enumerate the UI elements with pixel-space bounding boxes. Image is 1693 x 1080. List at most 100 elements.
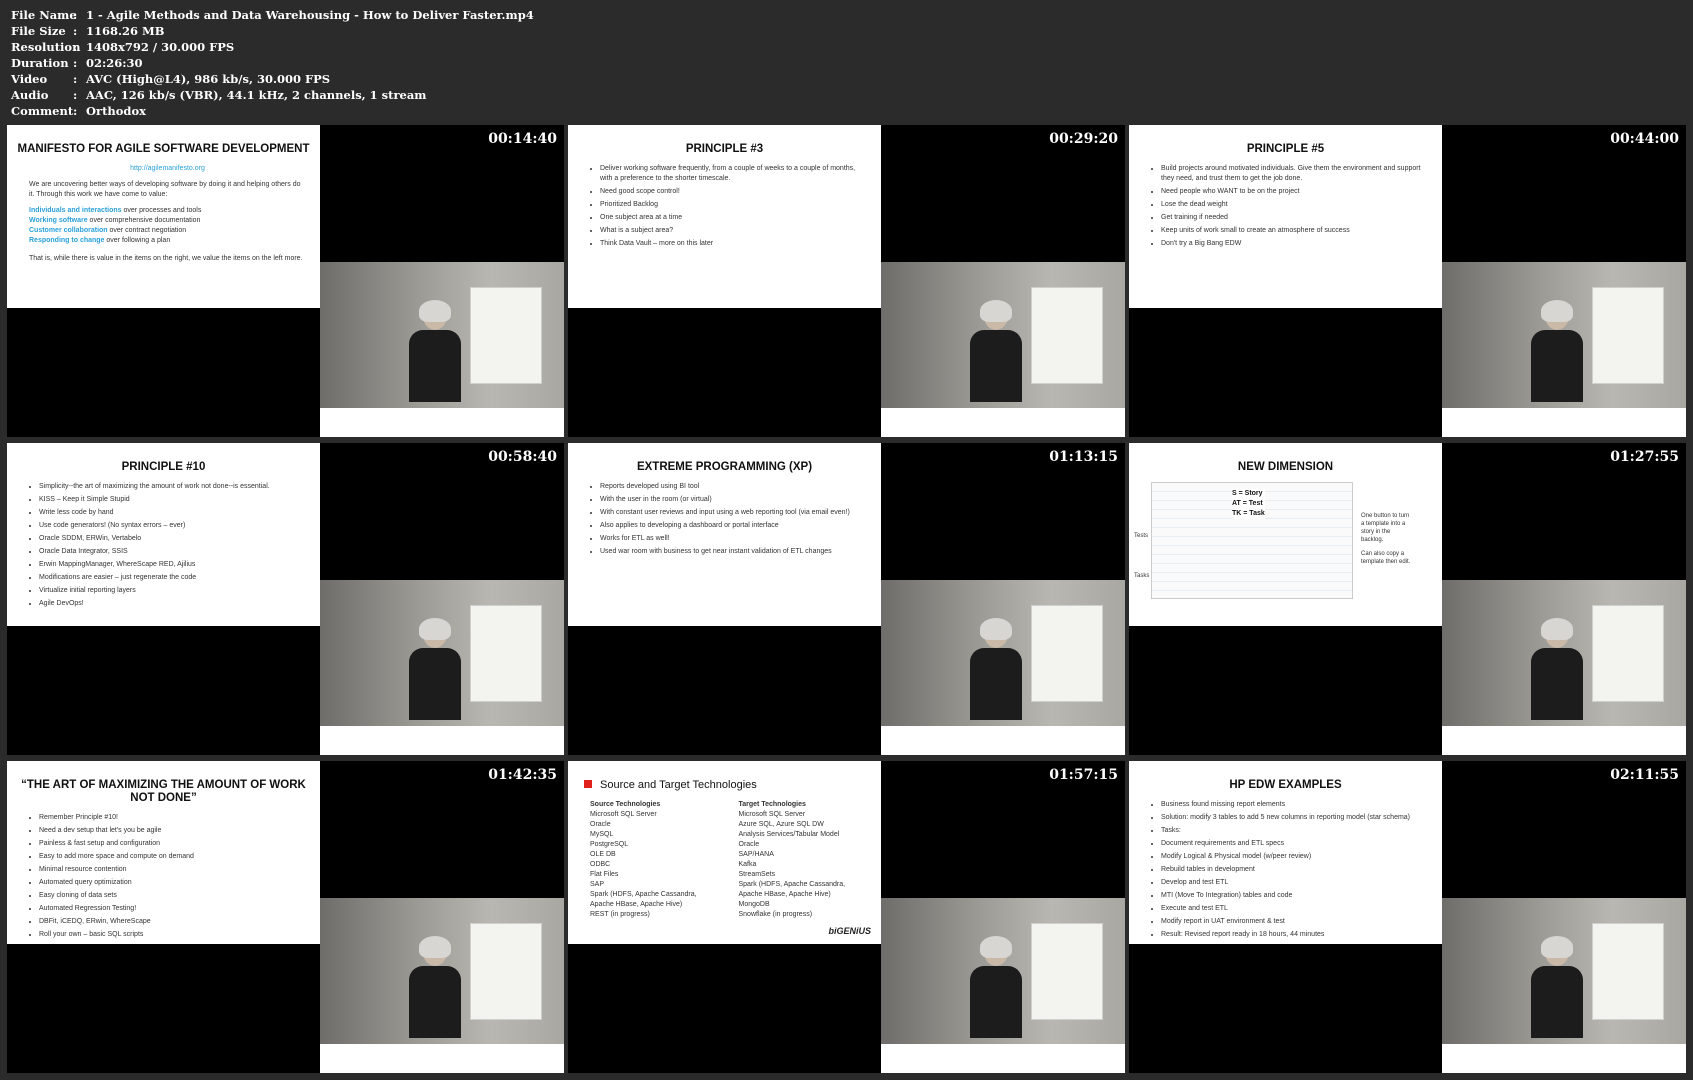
video-thumbnail[interactable]: Source and Target Technologies Source Tec… xyxy=(568,761,1125,1073)
slide-text: PostgreSQL xyxy=(590,841,629,848)
presentation-slide: MANIFESTO FOR AGILE SOFTWARE DEVELOPMENT… xyxy=(7,125,320,308)
metadata-value: Orthodox xyxy=(86,104,146,118)
video-thumbnail[interactable]: PRINCIPLE #3 Deliver working software fre… xyxy=(568,125,1125,437)
video-thumbnail[interactable]: MANIFESTO FOR AGILE SOFTWARE DEVELOPMENT… xyxy=(7,125,564,437)
slide-text: Modify report in UAT environment & test xyxy=(1161,917,1428,927)
manifesto-value: Responding to change over following a pl… xyxy=(29,237,171,244)
slide-text: Solution: modify 3 tables to add 5 new c… xyxy=(1161,813,1428,823)
manifesto-value: Individuals and interactions over proces… xyxy=(29,207,202,214)
slide-text: Flat Files xyxy=(590,871,619,878)
manifesto-value: Customer collaboration over contract neg… xyxy=(29,227,187,234)
metadata-value: 1408x792 / 30.000 FPS xyxy=(86,40,235,54)
presentation-slide: PRINCIPLE #5 Build projects around motiva… xyxy=(1129,125,1442,308)
presentation-slide: “THE ART OF MAXIMIZING THE AMOUNT OF WOR… xyxy=(7,761,320,944)
slide-text: Build projects around motivated individu… xyxy=(1161,164,1428,184)
data-modeling-zone-logo xyxy=(881,726,1125,755)
slide-text: Get training if needed xyxy=(1161,213,1428,223)
slide-text: Keep units of work small to create an at… xyxy=(1161,226,1428,236)
red-square-icon xyxy=(584,780,592,788)
slide-text: That is, while there is value in the ite… xyxy=(29,255,303,262)
slide-text: Source Technologies xyxy=(590,801,661,808)
slide-title: EXTREME PROGRAMMING (XP) xyxy=(636,461,813,473)
video-thumbnail[interactable]: EXTREME PROGRAMMING (XP) Reports develope… xyxy=(568,443,1125,755)
metadata-key: File Name xyxy=(11,8,77,22)
data-modeling-zone-logo xyxy=(1442,1044,1686,1073)
slide-text: ODBC xyxy=(590,861,611,868)
metadata-row: Duration:02:26:30 xyxy=(11,55,534,71)
speaker xyxy=(405,300,465,402)
manifesto-value: Working software over comprehensive docu… xyxy=(29,217,201,224)
slide-text: TK = Task xyxy=(1232,510,1265,517)
bullet-list: Deliver working software frequently, fro… xyxy=(590,164,867,249)
slide-text: Remember Principle #10! xyxy=(39,813,306,823)
data-modeling-zone-logo xyxy=(881,408,1125,437)
slide-text: With the user in the room (or virtual) xyxy=(600,495,867,505)
file-metadata: File Name:1 - Agile Methods and Data War… xyxy=(11,7,534,119)
metadata-row: File Name:1 - Agile Methods and Data War… xyxy=(11,7,534,23)
video-thumbnail[interactable]: HP EDW EXAMPLES Business found missing re… xyxy=(1129,761,1686,1073)
metadata-key: Video xyxy=(11,72,48,86)
speaker xyxy=(1527,300,1587,402)
metadata-value: AAC, 126 kb/s (VBR), 44.1 kHz, 2 channel… xyxy=(86,88,427,102)
slide-text: Develop and test ETL xyxy=(1161,878,1428,888)
slide-text: Deliver working software frequently, fro… xyxy=(600,164,867,184)
metadata-key: Comment xyxy=(11,104,74,118)
slide-text: Need good scope control! xyxy=(600,187,867,197)
slide-text: MTI (Move To Integration) tables and cod… xyxy=(1161,891,1428,901)
metadata-separator: : xyxy=(73,40,78,54)
speaker xyxy=(966,618,1026,720)
timestamp: 00:44:00 xyxy=(1610,131,1679,147)
slide-body: Business found missing report elements So… xyxy=(1129,792,1442,944)
slide-text: Roll your own – basic SQL scripts xyxy=(39,930,306,940)
slide-title: PRINCIPLE #5 xyxy=(1246,143,1325,155)
slide-text: Result: Revised report ready in 18 hours… xyxy=(1161,930,1428,940)
slide-text: Analysis Services/Tabular Model xyxy=(738,831,840,838)
slide-text: Azure SQL, Azure SQL DW xyxy=(738,821,824,828)
slide-text: Less than 1 business day xyxy=(1161,943,1428,944)
slide-text: MySQL xyxy=(590,831,614,838)
bigenius-logo: biGENiUS xyxy=(828,926,871,936)
timestamp: 01:13:15 xyxy=(1049,449,1118,465)
slide-text: OLE DB xyxy=(590,851,616,858)
data-modeling-zone-logo xyxy=(320,726,564,755)
slide-title: NEW DIMENSION xyxy=(1237,461,1334,473)
slide-text: KISS – Keep it Simple Stupid xyxy=(39,495,306,505)
flipchart xyxy=(1592,287,1664,384)
video-thumbnail[interactable]: PRINCIPLE #10 Simplicity--the art of maxi… xyxy=(7,443,564,755)
slide-body: http://agilemanifesto.org We are uncoveri… xyxy=(7,156,320,264)
slide-text: Execute and test ETL xyxy=(1161,904,1428,914)
slide-text: Easy cloning of data sets xyxy=(39,891,306,901)
slide-text: StreamSets xyxy=(738,871,776,878)
video-thumbnail[interactable]: PRINCIPLE #5 Build projects around motiva… xyxy=(1129,125,1686,437)
flipchart xyxy=(1031,287,1103,384)
slide-text: Also applies to developing a dashboard o… xyxy=(600,521,867,531)
slide-text: Oracle Data Integrator, SSIS xyxy=(39,547,306,557)
speaker xyxy=(1527,618,1587,720)
slide-title: “THE ART OF MAXIMIZING THE AMOUNT OF WOR… xyxy=(21,779,306,804)
slide-text: Tasks: xyxy=(1161,826,1428,836)
slide-text: Need a dev setup that let's you be agile xyxy=(39,826,306,836)
timestamp: 01:27:55 xyxy=(1610,449,1679,465)
bullet-list: Build projects around motivated individu… xyxy=(1151,164,1428,249)
slide-text: Use code generators! (No syntax errors –… xyxy=(39,521,306,531)
data-modeling-zone-logo xyxy=(320,1044,564,1073)
flipchart xyxy=(1592,605,1664,702)
data-modeling-zone-logo xyxy=(1442,408,1686,437)
slide-text: MongoDB xyxy=(738,901,770,908)
bullet-list: Reports developed using BI tool With the … xyxy=(590,482,867,557)
slide-text: Automated Regression Testing! xyxy=(39,904,306,914)
bullet-list: Business found missing report elements So… xyxy=(1151,800,1428,944)
metadata-value: 1168.26 MB xyxy=(86,24,165,38)
slide-text: Easy to add more space and compute on de… xyxy=(39,852,306,862)
metadata-separator: : xyxy=(73,8,78,22)
slide-text: Document requirements and ETL specs xyxy=(1161,839,1428,849)
timestamp: 01:57:15 xyxy=(1049,767,1118,783)
video-thumbnail[interactable]: NEW DIMENSION S = Story AT = Test TK = Task… xyxy=(1129,443,1686,755)
speaker xyxy=(405,936,465,1038)
slide-text: SAP/HANA xyxy=(738,851,774,858)
slide-text: Works for ETL as well! xyxy=(600,534,867,544)
video-thumbnail[interactable]: “THE ART OF MAXIMIZING THE AMOUNT OF WOR… xyxy=(7,761,564,1073)
data-modeling-zone-logo xyxy=(320,408,564,437)
metadata-key: Duration xyxy=(11,56,69,70)
presentation-slide: PRINCIPLE #3 Deliver working software fre… xyxy=(568,125,881,308)
